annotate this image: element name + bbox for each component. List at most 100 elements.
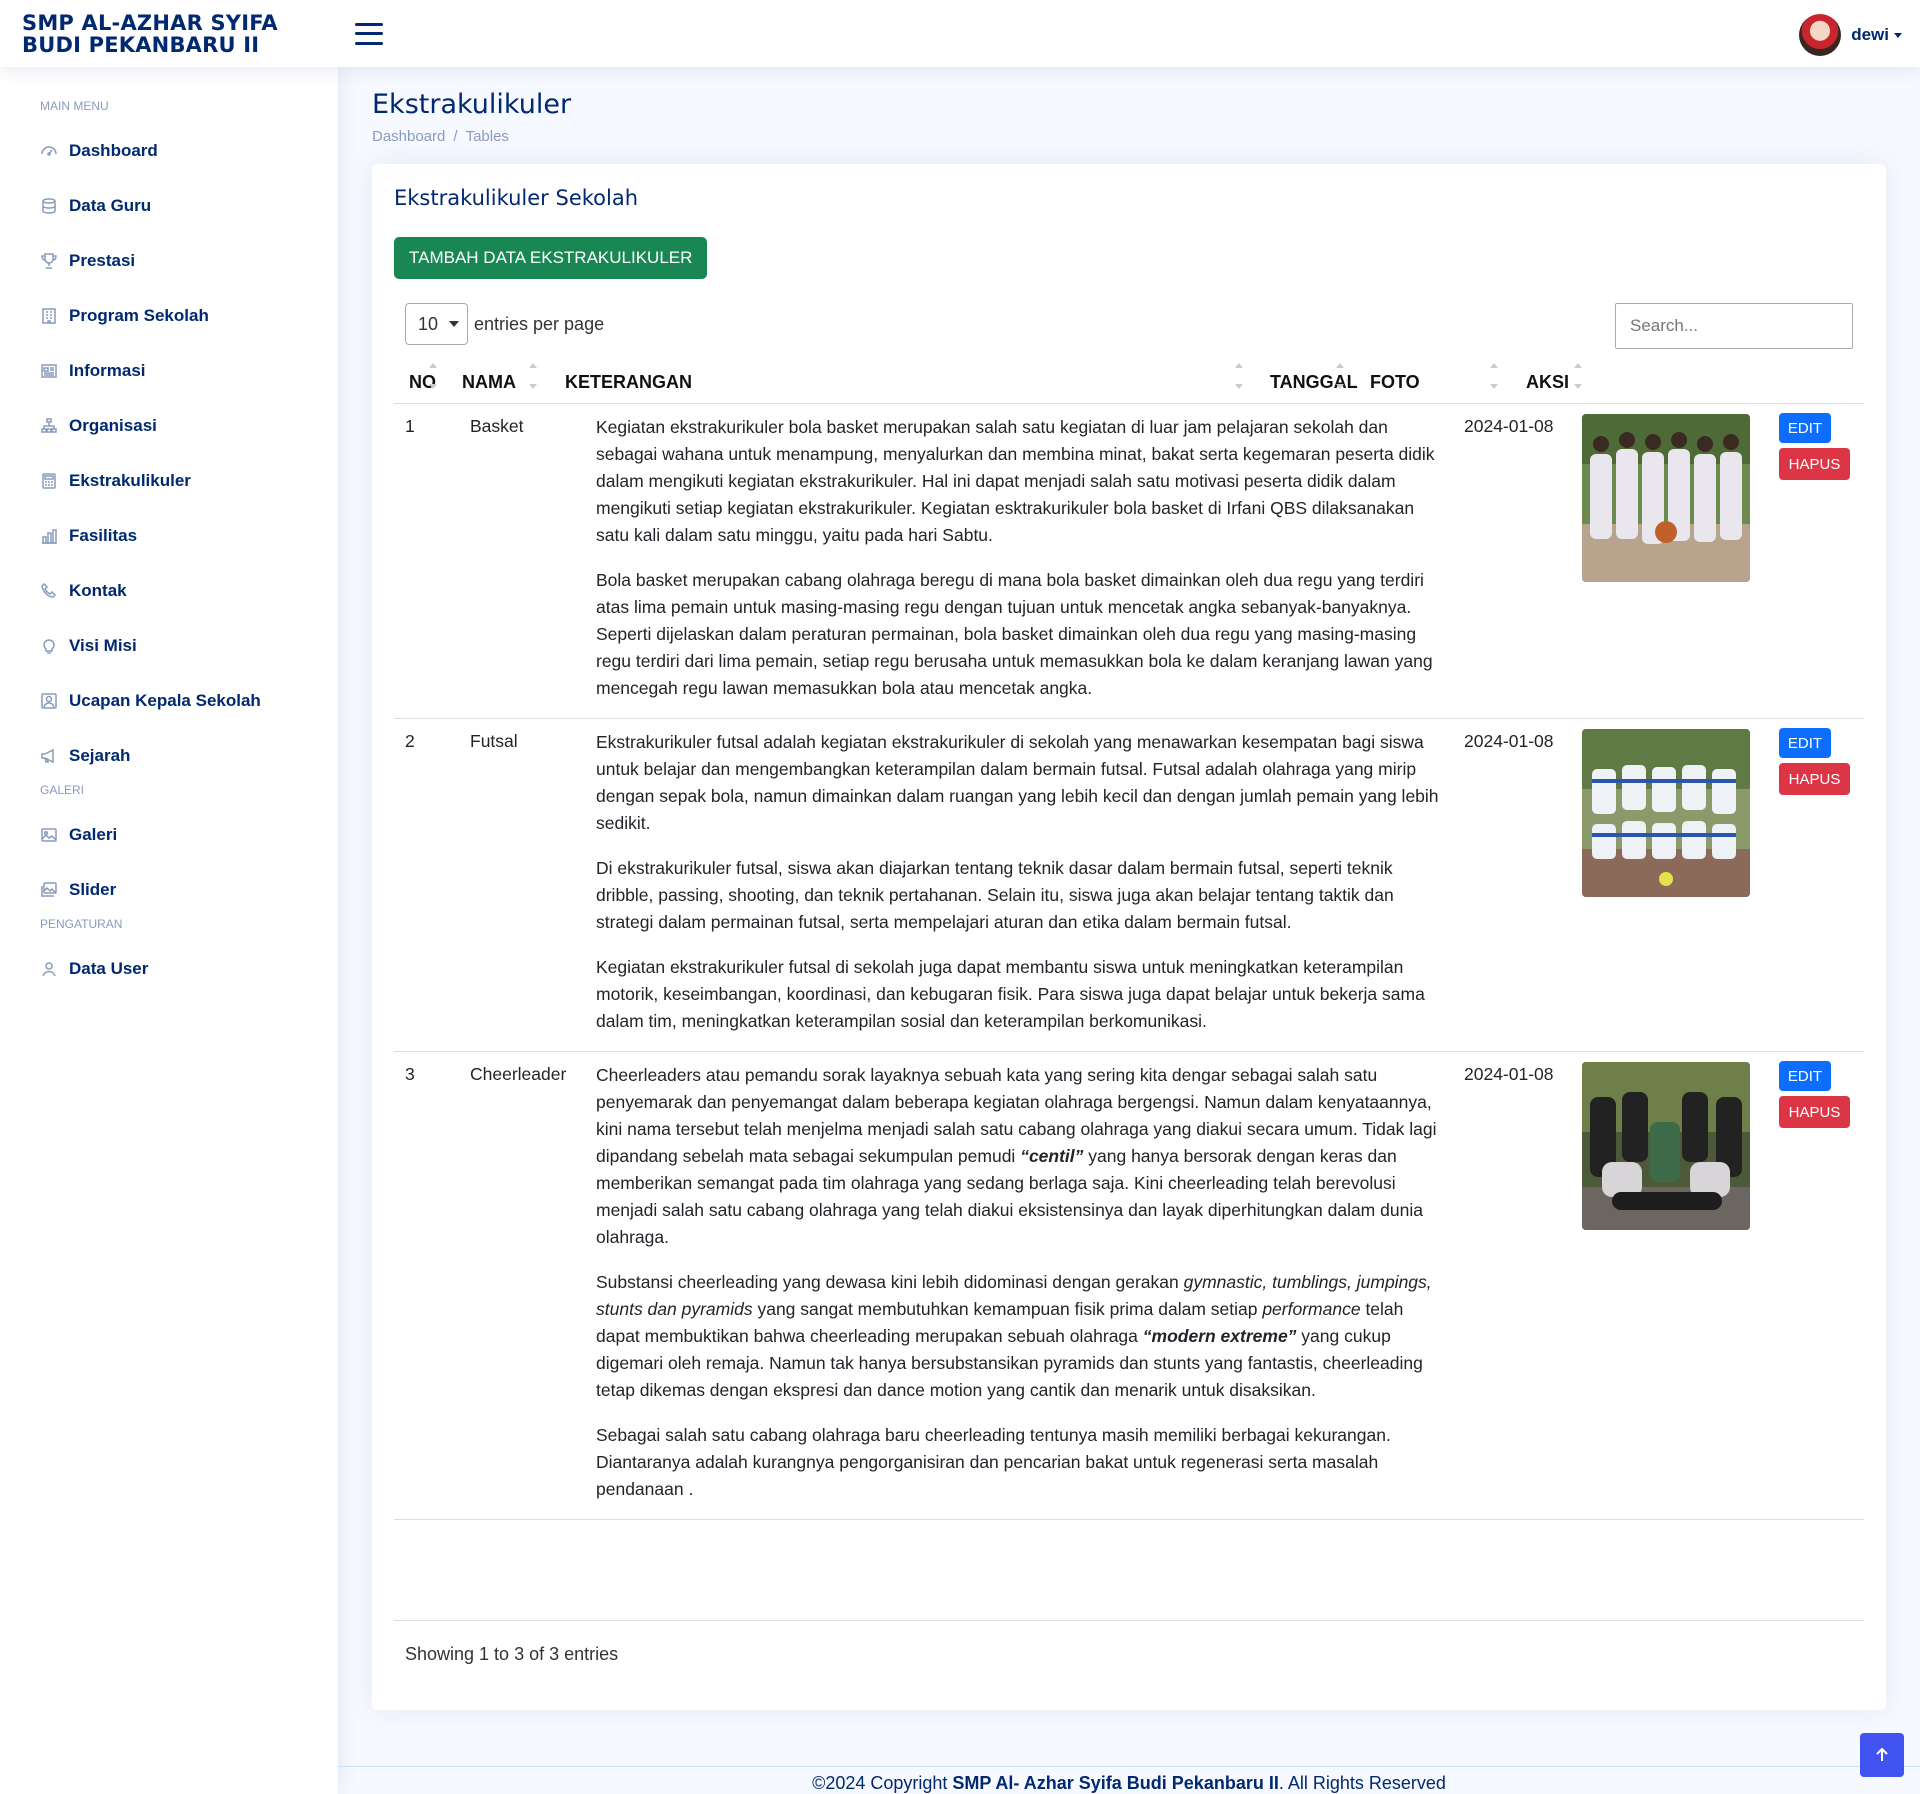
page-title-section: Ekstrakulikuler Dashboard / Tables (338, 67, 1920, 145)
desc-paragraph: Cheerleaders atau pemandu sorak layaknya… (596, 1065, 1437, 1247)
sidebar-item-organisasi[interactable]: Organisasi (0, 398, 338, 453)
sort-no-icon[interactable] (429, 361, 439, 391)
search-input[interactable] (1615, 303, 1853, 349)
cell-no: 3 (405, 1064, 415, 1084)
sidebar-item-sejarah[interactable]: Sejarah (0, 728, 338, 783)
nav-heading-settings: PENGATURAN (40, 917, 123, 931)
cheerleader-team-photo (1582, 1062, 1750, 1230)
sidebar-item-label: Data Guru (69, 195, 152, 215)
column-header-aksi[interactable]: AKSI (1526, 372, 1569, 393)
sidebar-item-visi-misi[interactable]: Visi Misi (0, 618, 338, 673)
image-icon (40, 826, 58, 844)
entries-per-page: 10 entries per page (405, 303, 604, 345)
sidebar-item-fasilitas[interactable]: Fasilitas (0, 508, 338, 563)
table-row: 1 Basket Kegiatan ekstrakurikuler bola b… (394, 404, 1864, 719)
sidebar-item-label: Kontak (69, 580, 127, 600)
phone-icon (40, 582, 58, 600)
column-header-foto[interactable]: FOTO (1370, 372, 1420, 393)
arrow-up-icon (1876, 1747, 1888, 1761)
desc-paragraph: Substansi cheerleading yang dewasa kini … (596, 1272, 1432, 1400)
footer-prefix: ©2024 Copyright (812, 1773, 953, 1793)
building-icon (40, 307, 58, 325)
dashboard-icon (40, 142, 58, 160)
sort-foto-icon[interactable] (1490, 361, 1500, 391)
sidebar-item-label: Ekstrakulikuler (69, 470, 191, 490)
basket-team-photo (1582, 414, 1750, 582)
sidebar-item-data-guru[interactable]: Data Guru (0, 178, 338, 233)
card-title: Ekstrakulikuler Sekolah (394, 186, 639, 210)
cell-keterangan: Ekstrakurikuler futsal adalah kegiatan e… (596, 719, 1441, 1051)
sidebar-item-label: Ucapan Kepala Sekolah (69, 690, 261, 710)
entries-select[interactable]: 10 (405, 303, 468, 345)
sidebar-item-label: Fasilitas (69, 525, 138, 545)
main-content: Ekstrakulikuler Dashboard / Tables Ekstrak… (338, 67, 1920, 1710)
edit-button[interactable]: EDIT (1779, 1061, 1831, 1091)
column-header-nama[interactable]: NAMA (462, 372, 516, 393)
delete-button[interactable]: HAPUS (1779, 448, 1850, 480)
sidebar-item-galeri[interactable]: Galeri (0, 807, 338, 862)
delete-button[interactable]: HAPUS (1779, 1096, 1850, 1128)
sidebar-item-prestasi[interactable]: Prestasi (0, 233, 338, 288)
breadcrumb-tables: Tables (465, 128, 509, 145)
person-square-icon (40, 692, 58, 710)
table-footer-divider (394, 1620, 1864, 1621)
person-icon (40, 960, 58, 978)
bar-chart-icon (40, 527, 58, 545)
back-to-top-button[interactable] (1860, 1733, 1904, 1777)
sidebar-item-label: Visi Misi (69, 635, 137, 655)
delete-button[interactable]: HAPUS (1779, 763, 1850, 795)
caret-down-icon (1894, 32, 1902, 38)
sidebar-item-label: Data User (69, 958, 149, 978)
cell-no: 2 (405, 731, 415, 751)
cell-tanggal: 2024-01-08 (1464, 416, 1554, 436)
edit-button[interactable]: EDIT (1779, 413, 1831, 443)
table-header: NO NAMA KETERANGAN TANGGAL FOTO AKSI (394, 361, 1864, 404)
brand-logo-text[interactable]: SMP AL-AZHAR SYIFA BUDI PEKANBARU II (0, 12, 330, 56)
sidebar-item-informasi[interactable]: Informasi (0, 343, 338, 398)
sort-tanggal-icon[interactable] (1336, 361, 1346, 391)
trophy-icon (40, 252, 58, 270)
cell-tanggal: 2024-01-08 (1464, 1064, 1554, 1084)
desc-paragraph: Bola basket merupakan cabang olahraga be… (596, 570, 1433, 698)
desc-paragraph: Ekstrakurikuler futsal adalah kegiatan e… (596, 732, 1439, 833)
sort-keterangan-icon[interactable] (1235, 361, 1245, 391)
sidebar-item-ucapan-kepala-sekolah[interactable]: Ucapan Kepala Sekolah (0, 673, 338, 728)
breadcrumb: Dashboard / Tables (372, 128, 509, 145)
breadcrumb-dashboard[interactable]: Dashboard (372, 128, 445, 145)
sort-aksi-icon[interactable] (1574, 361, 1584, 391)
entries-label: entries per page (474, 313, 605, 334)
sidebar-item-ekstrakulikuler[interactable]: Ekstrakulikuler (0, 453, 338, 508)
ekskul-table: NO NAMA KETERANGAN TANGGAL FOTO AKSI 1 B… (394, 361, 1864, 1520)
sidebar-item-kontak[interactable]: Kontak (0, 563, 338, 618)
desc-paragraph: Di ekstrakurikuler futsal, siswa akan di… (596, 858, 1394, 932)
edit-button[interactable]: EDIT (1779, 728, 1831, 758)
sidebar-item-label: Sejarah (69, 745, 131, 765)
sidebar-item-label: Informasi (69, 360, 146, 380)
cell-keterangan: Kegiatan ekstrakurikuler bola basket mer… (596, 404, 1441, 718)
sidebar-item-label: Dashboard (69, 140, 158, 160)
profile-dropdown[interactable]: dewi (1799, 14, 1902, 56)
cell-keterangan: Cheerleaders atau pemandu sorak layaknya… (596, 1052, 1441, 1519)
footer-suffix: . All Rights Reserved (1278, 1773, 1446, 1793)
menu-toggle-icon[interactable] (355, 22, 383, 45)
sort-nama-icon[interactable] (529, 361, 539, 391)
showing-info: Showing 1 to 3 of 3 entries (405, 1644, 619, 1664)
diagram-icon (40, 417, 58, 435)
page-title: Ekstrakulikuler (372, 89, 572, 120)
sidebar-item-slider[interactable]: Slider (0, 862, 338, 917)
cell-nama: Basket (470, 416, 524, 436)
add-ekskul-button[interactable]: TAMBAH DATA EKSTRAKULIKULER (394, 237, 708, 279)
sidebar-item-label: Slider (69, 879, 117, 899)
table-row: 2 Futsal Ekstrakurikuler futsal adalah k… (394, 719, 1864, 1052)
avatar (1799, 14, 1842, 56)
cell-no: 1 (405, 416, 415, 436)
nav-heading-main: MAIN MENU (40, 99, 109, 113)
column-header-keterangan[interactable]: KETERANGAN (565, 372, 692, 393)
sidebar-item-data-user[interactable]: Data User (0, 941, 338, 996)
top-header: SMP AL-AZHAR SYIFA BUDI PEKANBARU II dew… (0, 0, 1920, 67)
sidebar: MAIN MENU Dashboard Data Guru Prestasi Prog… (0, 67, 338, 1794)
sidebar-item-program-sekolah[interactable]: Program Sekolah (0, 288, 338, 343)
sidebar-item-dashboard[interactable]: Dashboard (0, 123, 338, 178)
database-icon (40, 197, 58, 215)
megaphone-icon (40, 747, 58, 765)
